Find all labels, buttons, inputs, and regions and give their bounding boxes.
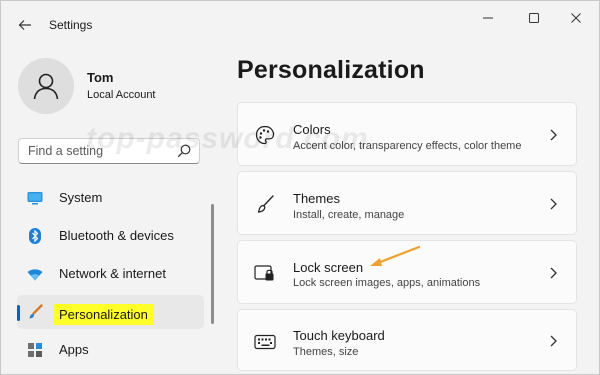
search-icon[interactable] — [177, 144, 191, 158]
sidebar-item-label: System — [59, 190, 103, 205]
sidebar-item-apps[interactable]: Apps — [17, 333, 204, 367]
brush-icon — [254, 193, 276, 215]
annotation-arrow-icon — [370, 245, 421, 266]
card-title: Lock screen — [293, 260, 364, 275]
page-title: Personalization — [237, 56, 425, 84]
chevron-right-icon — [550, 198, 557, 210]
sidebar-item-system[interactable]: System — [17, 181, 204, 215]
selection-indicator — [17, 305, 20, 321]
minimize-button[interactable] — [469, 7, 507, 29]
user-avatar-icon — [33, 73, 59, 100]
user-name: Tom — [87, 70, 114, 85]
sidebar-item-label: Bluetooth & devices — [59, 228, 174, 243]
card-colors[interactable]: Colors Accent color, transparency effect… — [237, 102, 577, 166]
card-themes[interactable]: Themes Install, create, manage — [237, 171, 577, 235]
close-icon — [571, 13, 581, 23]
lock-screen-icon — [254, 262, 276, 284]
monitor-icon — [27, 190, 43, 206]
search-box[interactable] — [18, 138, 200, 164]
card-subtitle: Install, create, manage — [293, 209, 405, 221]
window-title: Settings — [49, 18, 93, 32]
card-title: Touch keyboard — [293, 328, 385, 343]
minimize-icon — [483, 17, 493, 19]
back-arrow-icon — [18, 20, 31, 30]
bluetooth-icon — [27, 228, 43, 244]
palette-icon — [254, 124, 276, 146]
wifi-icon — [27, 266, 43, 282]
sidebar-item-label: Network & internet — [59, 266, 166, 281]
card-title: Themes — [293, 191, 340, 206]
search-input[interactable] — [28, 139, 168, 163]
back-button[interactable] — [13, 13, 37, 37]
account-type: Local Account — [87, 89, 156, 101]
chevron-right-icon — [550, 335, 557, 347]
sidebar-item-personalization[interactable]: Personalization — [17, 295, 204, 329]
apps-icon — [27, 342, 43, 358]
card-subtitle: Accent color, transparency effects, colo… — [293, 140, 522, 152]
sidebar-item-label: Apps — [59, 342, 89, 357]
avatar[interactable] — [18, 58, 74, 114]
sidebar-item-network[interactable]: Network & internet — [17, 257, 204, 291]
sidebar-item-label: Personalization — [54, 304, 154, 325]
card-subtitle: Lock screen images, apps, animations — [293, 277, 481, 289]
paintbrush-icon — [27, 304, 43, 320]
card-title: Colors — [293, 122, 331, 137]
settings-window: Settings Tom Local Account System — [0, 0, 600, 375]
card-touch-keyboard[interactable]: Touch keyboard Themes, size — [237, 309, 577, 371]
chevron-right-icon — [550, 267, 557, 279]
chevron-right-icon — [550, 129, 557, 141]
sidebar-item-bluetooth[interactable]: Bluetooth & devices — [17, 219, 204, 253]
maximize-button[interactable] — [515, 7, 553, 29]
sidebar-scrollbar[interactable] — [211, 204, 214, 324]
keyboard-icon — [254, 331, 276, 353]
close-button[interactable] — [557, 7, 595, 29]
maximize-icon — [529, 13, 539, 23]
card-subtitle: Themes, size — [293, 346, 359, 358]
